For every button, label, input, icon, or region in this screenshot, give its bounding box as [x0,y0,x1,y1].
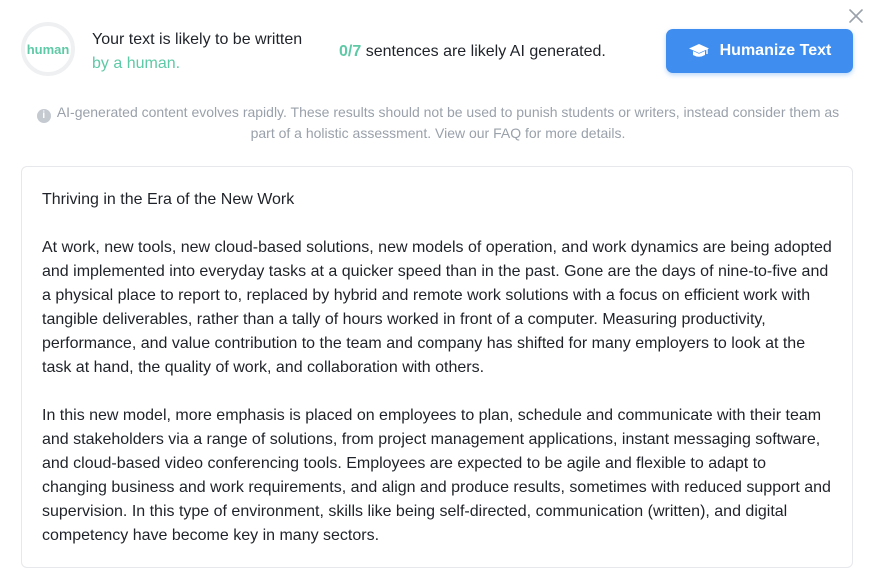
verdict-text: Your text is likely to be written by a h… [92,28,312,76]
graduation-cap-icon [688,44,709,57]
close-button[interactable] [846,6,866,26]
analyzed-text-card[interactable]: Thriving in the Era of the New Work At w… [21,166,853,568]
humanize-text-label: Humanize Text [719,42,832,59]
sentence-count-suffix: sentences are likely [361,43,510,60]
ai-detector-result-panel: human Your text is likely to be written … [0,0,876,586]
verdict-accent: by a human. [92,55,181,72]
disclaimer: i AI-generated content evolves rapidly. T… [24,102,852,143]
close-icon [849,9,863,23]
info-icon: i [36,109,51,123]
result-ring: human [21,22,75,76]
sentence-count-summary: 0/7 sentences are likely AI generated. [339,40,606,64]
document-paragraph: At work, new tools, new cloud-based solu… [42,239,832,376]
result-ring-label: human [26,41,70,57]
verdict-prefix: Your text is likely to be written [92,31,303,48]
disclaimer-text: AI-generated content evolves rapidly. Th… [56,104,840,141]
sentence-count-value: 0/7 [339,43,362,60]
sentence-count-emphasis: AI generated. [509,43,606,60]
document-title: Thriving in the Era of the New Work [42,191,295,208]
document-paragraph: In this new model, more emphasis is plac… [42,407,831,544]
humanize-text-button[interactable]: Humanize Text [666,29,853,73]
